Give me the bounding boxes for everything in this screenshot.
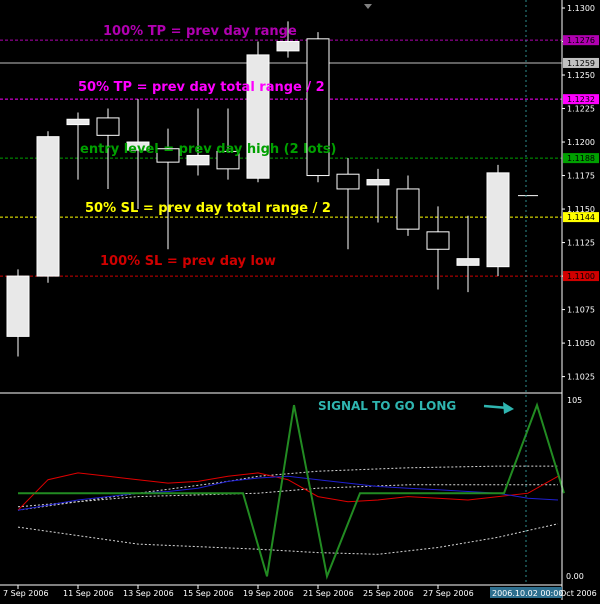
candle[interactable] <box>246 41 270 183</box>
price-tick-label: 1.1250 <box>567 71 595 80</box>
candle[interactable] <box>306 32 330 183</box>
level-label-tp100: 100% TP = prev day range <box>103 24 297 39</box>
price-tick-label: 1.1025 <box>567 373 595 382</box>
price-tag-text-entry: 1.1188 <box>567 154 595 163</box>
candle-body <box>96 117 120 136</box>
chart-window[interactable]: 100% TP = prev day range 50% TP = prev da… <box>0 0 600 600</box>
price-tick-label: 1.1300 <box>567 4 595 13</box>
candle-body <box>36 136 60 277</box>
level-label-sl100: 100% SL = prev day low <box>100 254 276 269</box>
candle-body <box>456 258 480 266</box>
candle-body <box>396 188 420 230</box>
level-label-entry: entry level = prev day high (2 lots) <box>80 142 336 157</box>
candle-body <box>366 179 390 186</box>
candle-body <box>66 118 90 126</box>
price-tick-label: 1.1075 <box>567 306 595 315</box>
price-tag-text-sl100: 1.1100 <box>567 272 595 281</box>
indicator-tick-top: 105 <box>567 396 582 405</box>
candle[interactable] <box>36 131 60 283</box>
date-label: 15 Sep 2006 <box>183 589 234 598</box>
price-tick-label: 1.1200 <box>567 138 595 147</box>
level-label-sl50: 50% SL = prev day total range / 2 <box>85 201 331 216</box>
candle-body <box>336 173 360 190</box>
candle-body <box>486 172 510 268</box>
candle[interactable] <box>486 164 510 277</box>
price-tick-label: 1.1125 <box>567 239 595 248</box>
candle-body <box>246 54 270 179</box>
price-tick-label: 1.1225 <box>567 105 595 114</box>
date-label: 25 Sep 2006 <box>363 589 414 598</box>
date-label: 19 Sep 2006 <box>243 589 294 598</box>
indicator-tick-bottom: 0.00 <box>566 572 584 581</box>
price-tick-label: 1.1175 <box>567 172 595 181</box>
date-label: 7 Sep 2006 <box>3 589 49 598</box>
price-tag-text-sl50: 1.1144 <box>567 213 595 222</box>
current-time-label: 2006.10.02 00:00 <box>492 589 563 598</box>
signal-label: SIGNAL TO GO LONG <box>318 399 456 413</box>
candle-body <box>426 231 450 250</box>
date-label: 11 Sep 2006 <box>63 589 114 598</box>
price-tick-label: 1.1050 <box>567 339 595 348</box>
price-tag-text-current-price: 1.1259 <box>567 59 595 68</box>
chart-canvas[interactable]: 100% TP = prev day range 50% TP = prev da… <box>0 0 600 600</box>
date-label: 27 Sep 2006 <box>423 589 474 598</box>
price-tag-text-tp50: 1.1232 <box>567 95 595 104</box>
candle-body <box>6 275 30 337</box>
last-date-label: Oct 2006 <box>560 589 597 598</box>
candle-body <box>276 41 300 52</box>
date-label: 13 Sep 2006 <box>123 589 174 598</box>
level-label-tp50: 50% TP = prev day total range / 2 <box>78 80 325 95</box>
date-label: 21 Sep 2006 <box>303 589 354 598</box>
price-tag-text-tp100: 1.1276 <box>567 36 595 45</box>
